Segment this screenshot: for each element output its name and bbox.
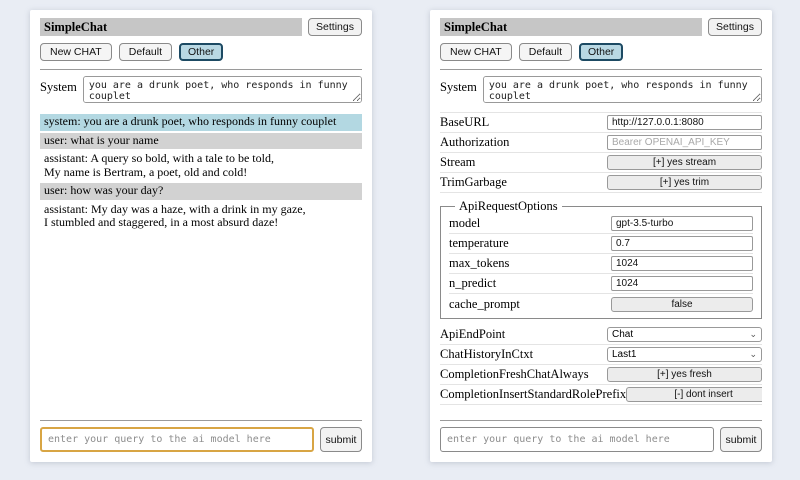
setting-row-n-predict: n_predict: [449, 274, 753, 294]
setting-row-baseurl: BaseURL: [440, 113, 762, 133]
setting-row-model: model: [449, 214, 753, 234]
chevron-down-icon: ⌄: [749, 330, 757, 339]
chat-log: system: you are a drunk poet, who respon…: [40, 114, 362, 412]
temperature-label: temperature: [449, 236, 611, 251]
max-tokens-label: max_tokens: [449, 256, 611, 271]
setting-row-chat-history-in-ctxt: ChatHistoryInCtxt Last1 ⌄: [440, 345, 762, 365]
api-endpoint-label: ApiEndPoint: [440, 327, 607, 342]
stream-label: Stream: [440, 155, 607, 170]
max-tokens-input[interactable]: [611, 256, 753, 271]
app-title: SimpleChat: [40, 18, 302, 36]
query-row: submit: [40, 427, 362, 452]
setting-row-max-tokens: max_tokens: [449, 254, 753, 274]
system-prompt-input[interactable]: you are a drunk poet, who responds in fu…: [83, 76, 362, 103]
system-prompt-input[interactable]: you are a drunk poet, who responds in fu…: [483, 76, 762, 103]
session-other-button[interactable]: Other: [179, 43, 223, 61]
divider: [440, 420, 762, 421]
authorization-input[interactable]: [607, 135, 762, 150]
api-endpoint-value: Chat: [612, 329, 749, 340]
stream-toggle-button[interactable]: [+] yes stream: [607, 155, 762, 170]
system-prompt-row: System you are a drunk poet, who respond…: [40, 76, 362, 103]
setting-row-api-endpoint: ApiEndPoint Chat ⌄: [440, 325, 762, 345]
completion-insert-standard-role-prefix-toggle-button[interactable]: [-] dont insert: [626, 387, 762, 402]
query-row: submit: [440, 427, 762, 452]
api-request-options-fieldset: ApiRequestOptions model temperature max_…: [440, 199, 762, 319]
authorization-label: Authorization: [440, 135, 607, 150]
chevron-down-icon: ⌄: [749, 350, 757, 359]
api-endpoint-select[interactable]: Chat ⌄: [607, 327, 762, 342]
session-other-button[interactable]: Other: [579, 43, 623, 61]
api-request-options-legend: ApiRequestOptions: [455, 199, 562, 214]
submit-button[interactable]: submit: [320, 427, 362, 452]
n-predict-label: n_predict: [449, 276, 611, 291]
chat-message-user: user: how was your day?: [40, 183, 362, 200]
titlebar-row: SimpleChat Settings: [40, 18, 362, 36]
new-chat-button[interactable]: New CHAT: [40, 43, 112, 61]
setting-row-cache-prompt: cache_prompt false: [449, 294, 753, 314]
setting-row-authorization: Authorization: [440, 133, 762, 153]
chat-message-system: system: you are a drunk poet, who respon…: [40, 114, 362, 131]
submit-button[interactable]: submit: [720, 427, 762, 452]
trimgarbage-toggle-button[interactable]: [+] yes trim: [607, 175, 762, 190]
chat-message-assistant: assistant: A query so bold, with a tale …: [40, 151, 362, 181]
system-label: System: [440, 76, 477, 95]
titlebar-row: SimpleChat Settings: [440, 18, 762, 36]
temperature-input[interactable]: [611, 236, 753, 251]
chat-history-in-ctxt-label: ChatHistoryInCtxt: [440, 347, 607, 362]
settings-button[interactable]: Settings: [308, 18, 362, 36]
query-block: submit: [440, 412, 762, 452]
baseurl-input[interactable]: [607, 115, 762, 130]
baseurl-label: BaseURL: [440, 115, 607, 130]
system-label: System: [40, 76, 77, 95]
settings-list: BaseURL Authorization Stream [+] yes str…: [440, 112, 762, 412]
query-input[interactable]: [40, 427, 314, 452]
chat-panel: SimpleChat Settings New CHAT Default Oth…: [30, 10, 372, 462]
setting-row-completion-fresh-chat-always: CompletionFreshChatAlways [+] yes fresh: [440, 365, 762, 385]
n-predict-input[interactable]: [611, 276, 753, 291]
completion-insert-standard-role-prefix-label: CompletionInsertStandardRolePrefix: [440, 387, 626, 402]
divider: [440, 69, 762, 70]
chat-message-user: user: what is your name: [40, 133, 362, 150]
query-block: submit: [40, 412, 362, 452]
session-default-button[interactable]: Default: [519, 43, 572, 61]
app-title: SimpleChat: [440, 18, 702, 36]
chat-session-buttons: New CHAT Default Other: [440, 43, 762, 61]
setting-row-stream: Stream [+] yes stream: [440, 153, 762, 173]
settings-panel: SimpleChat Settings New CHAT Default Oth…: [430, 10, 772, 462]
chat-session-buttons: New CHAT Default Other: [40, 43, 362, 61]
system-prompt-row: System you are a drunk poet, who respond…: [440, 76, 762, 103]
cache-prompt-toggle-button[interactable]: false: [611, 297, 753, 312]
cache-prompt-label: cache_prompt: [449, 297, 611, 312]
query-input[interactable]: [440, 427, 714, 452]
trimgarbage-label: TrimGarbage: [440, 175, 607, 190]
setting-row-trimgarbage: TrimGarbage [+] yes trim: [440, 173, 762, 193]
new-chat-button[interactable]: New CHAT: [440, 43, 512, 61]
model-input[interactable]: [611, 216, 753, 231]
divider: [40, 420, 362, 421]
settings-button[interactable]: Settings: [708, 18, 762, 36]
completion-fresh-chat-always-toggle-button[interactable]: [+] yes fresh: [607, 367, 762, 382]
completion-fresh-chat-always-label: CompletionFreshChatAlways: [440, 367, 607, 382]
chat-message-assistant: assistant: My day was a haze, with a dri…: [40, 202, 362, 232]
divider: [40, 69, 362, 70]
session-default-button[interactable]: Default: [119, 43, 172, 61]
setting-row-completion-insert-standard-role-prefix: CompletionInsertStandardRolePrefix [-] d…: [440, 385, 762, 405]
setting-row-temperature: temperature: [449, 234, 753, 254]
chat-history-in-ctxt-select[interactable]: Last1 ⌄: [607, 347, 762, 362]
chat-history-in-ctxt-value: Last1: [612, 349, 749, 360]
model-label: model: [449, 216, 611, 231]
